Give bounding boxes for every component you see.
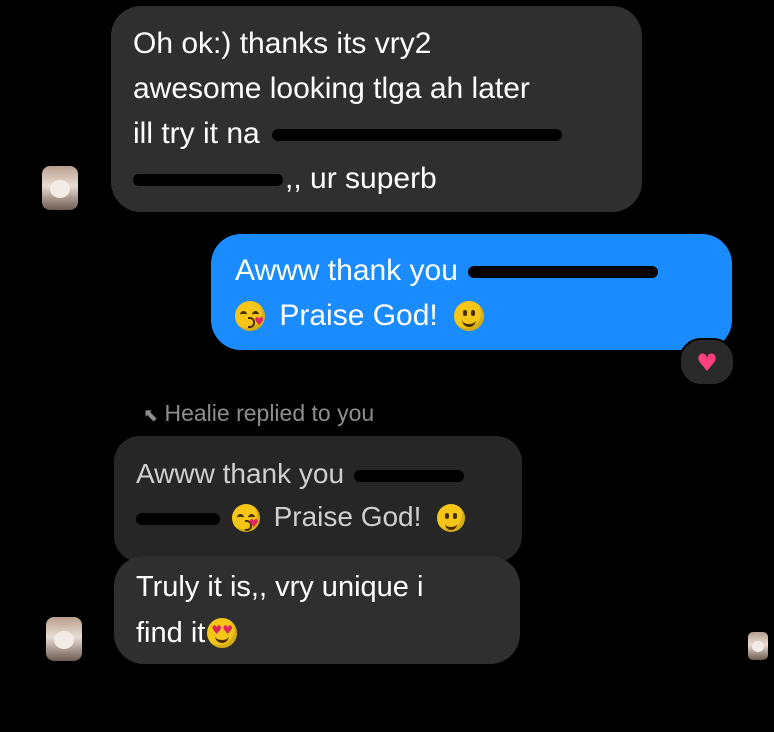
contact-avatar[interactable]: [42, 166, 78, 210]
reply-arrow-icon: ⬉: [143, 405, 159, 426]
avatar-face: [54, 631, 74, 649]
heart-eyes-emoji-icon: ♥ ♥: [207, 618, 238, 648]
outgoing-message[interactable]: Awww thank you ♥ Praise God!: [211, 234, 732, 350]
avatar-face: [752, 641, 764, 652]
redaction-mark: [133, 174, 283, 187]
message-text-line: Truly it is,, vry unique i: [136, 571, 424, 603]
quoted-text-line: ♥ Praise God!: [136, 495, 522, 538]
quoted-text: Awww thank you: [136, 458, 345, 489]
redaction-mark: [468, 266, 659, 279]
kissing-face-emoji-icon: ♥: [231, 504, 260, 532]
reply-label-text: Healie replied to you: [164, 400, 375, 426]
message-text: Praise God!: [279, 299, 438, 332]
quoted-message[interactable]: Awww thank you ♥ Praise God!: [114, 436, 522, 562]
message-text: find it: [136, 617, 206, 649]
message-text-line: find it ♥ ♥: [136, 610, 520, 656]
smiling-face-emoji-icon: [437, 504, 466, 532]
message-text-line: ill try it na: [133, 111, 642, 156]
message-text-line: ,, ur superb: [133, 156, 642, 201]
incoming-message-2[interactable]: Truly it is,, vry unique i find it ♥ ♥: [114, 556, 520, 664]
message-text-line: awesome looking tlga ah later: [133, 72, 530, 105]
heart-reaction[interactable]: ♥: [679, 338, 735, 386]
quoted-text: Praise God!: [273, 501, 422, 532]
incoming-message-1[interactable]: Oh ok:) thanks its vry2 awesome looking …: [111, 6, 642, 212]
heart-icon: ♥: [696, 349, 718, 377]
smiling-face-emoji-icon: [454, 301, 485, 331]
message-text: Awww thank you: [235, 254, 458, 287]
message-text-line: Awww thank you: [235, 248, 732, 293]
avatar-face: [50, 180, 70, 198]
redaction-mark: [272, 129, 563, 142]
message-text-line: Oh ok:) thanks its vry2: [133, 27, 432, 60]
redaction-mark: [136, 512, 220, 525]
message-text-line: ♥ Praise God!: [235, 293, 732, 338]
quoted-text-line: Awww thank you: [136, 452, 522, 495]
seen-receipt-avatar: [748, 632, 768, 660]
reply-indicator: ⬉ Healie replied to you: [143, 398, 374, 431]
kissing-face-emoji-icon: ♥: [235, 301, 265, 331]
message-text: ,, ur superb: [285, 162, 437, 195]
contact-avatar[interactable]: [46, 617, 82, 661]
redaction-mark: [353, 469, 464, 482]
message-text: ill try it na: [133, 117, 260, 150]
